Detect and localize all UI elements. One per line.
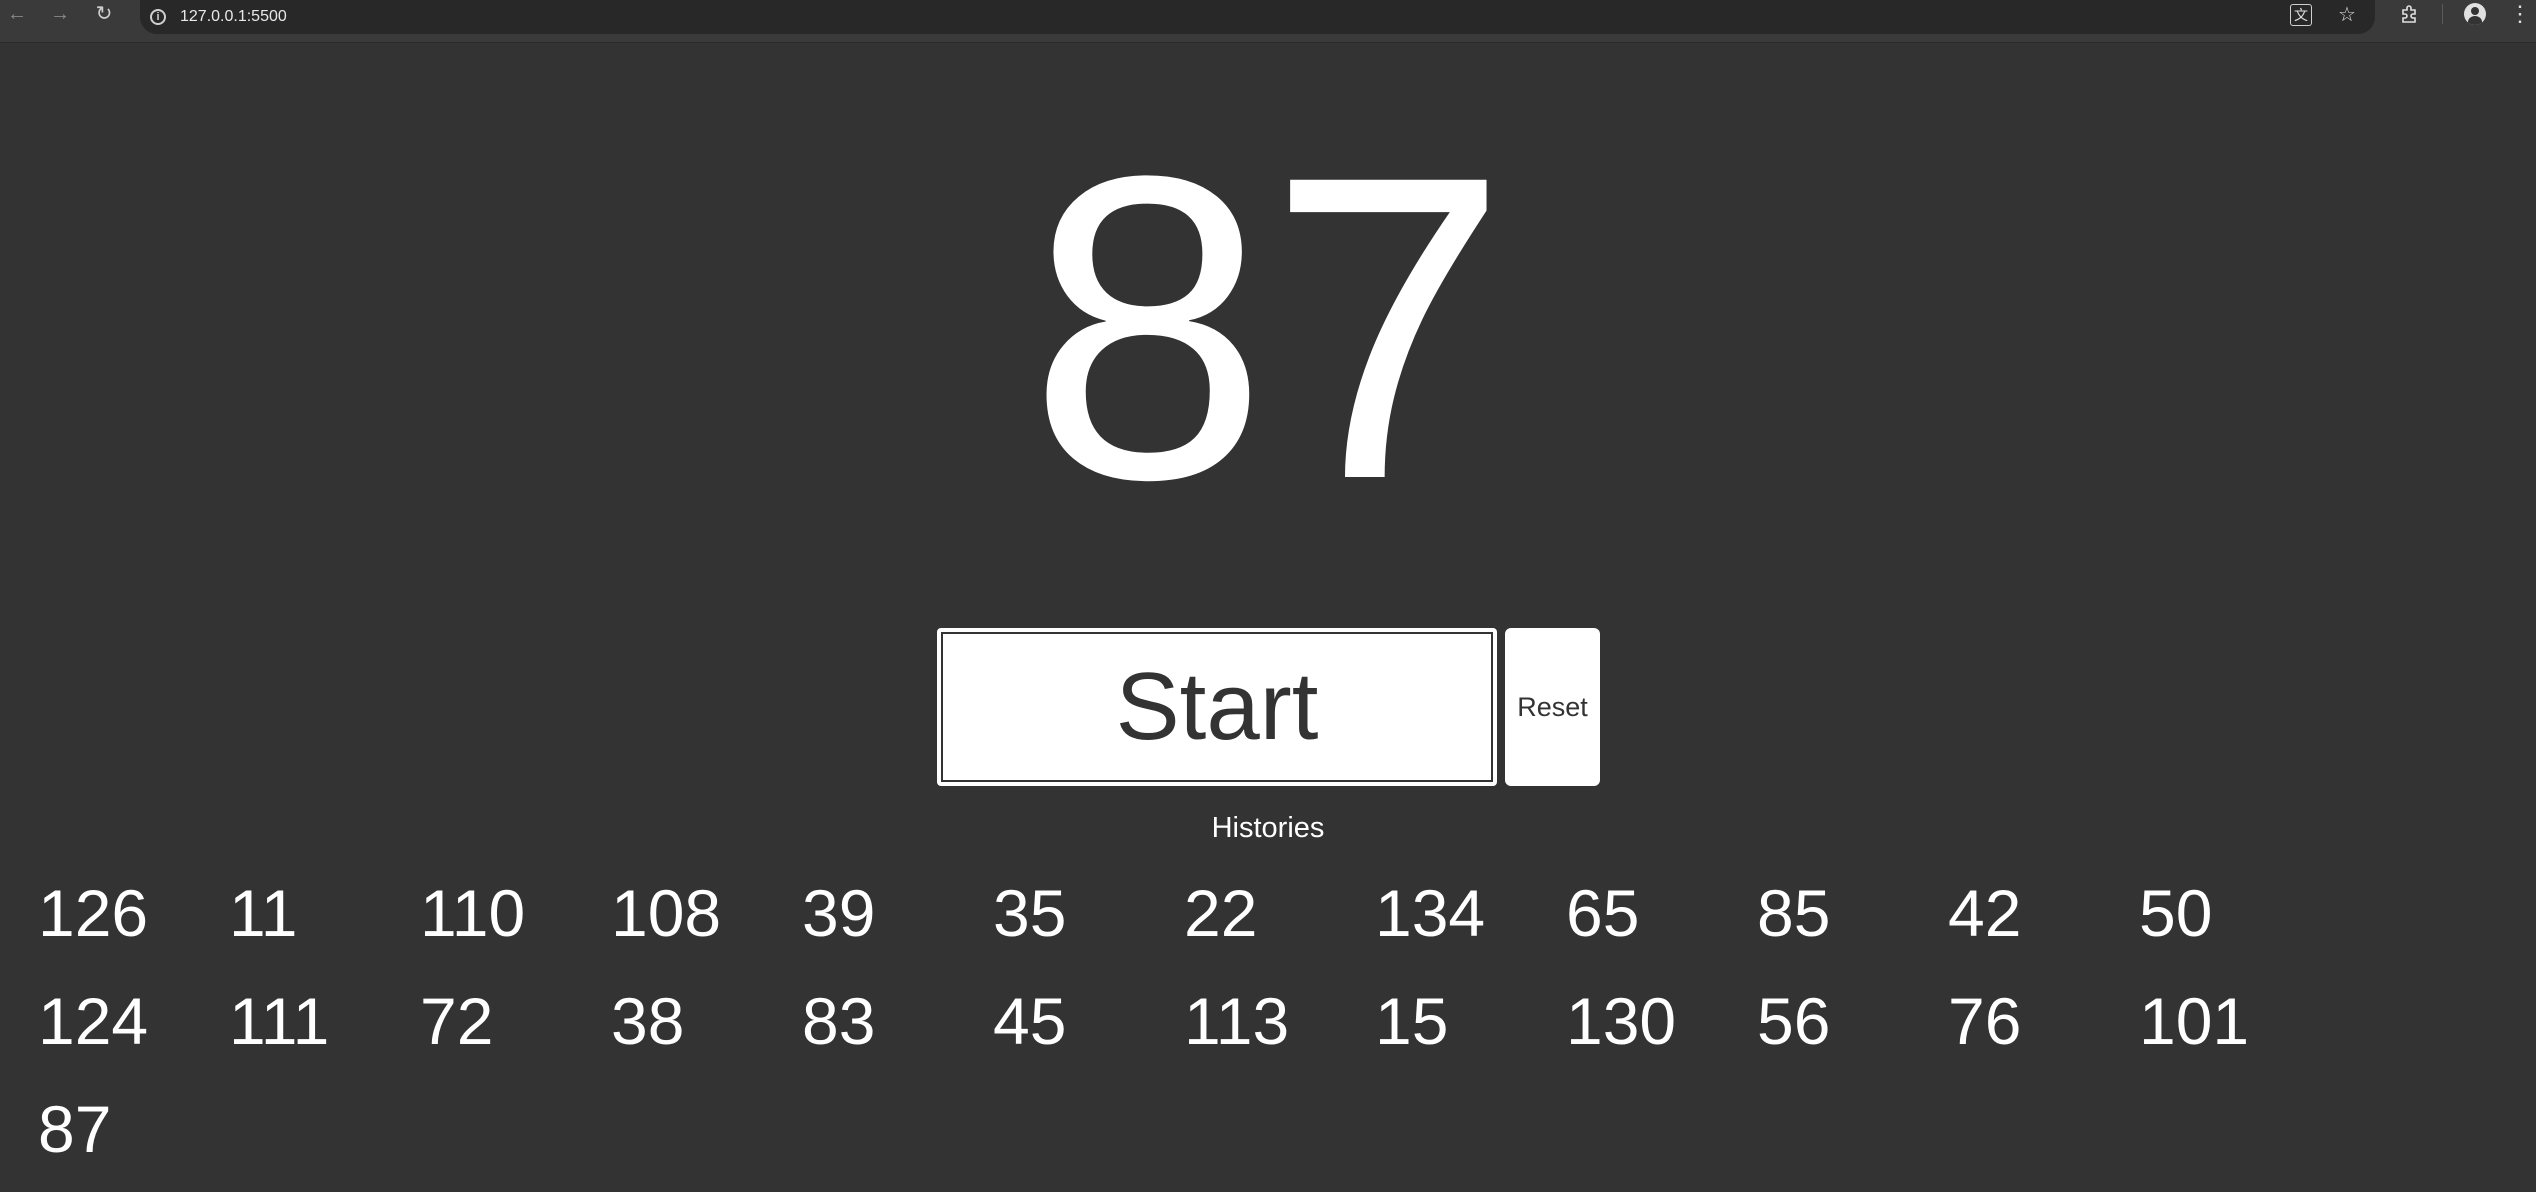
history-item: 110 [420,876,526,950]
history-item: 108 [611,876,722,950]
history-item: 134 [1375,876,1486,950]
history-item: 111 [229,984,330,1058]
star-icon[interactable]: ☆ [2332,1,2362,27]
forward-arrow-icon[interactable]: → [48,2,72,26]
history-item: 56 [1757,984,1831,1058]
history-item: 39 [802,876,876,950]
history-item: 35 [993,876,1067,950]
history-list: 126 11 110 108 39 35 22 134 65 85 42 50 … [38,868,2338,1192]
history-item: 42 [1948,876,2022,950]
toolbar-divider [2442,4,2443,24]
reset-button[interactable]: Reset [1505,628,1600,786]
history-item: 101 [2139,984,2250,1058]
history-item: 130 [1566,984,1677,1058]
history-item: 22 [1184,876,1258,950]
history-item: 50 [2139,876,2213,950]
history-item: 76 [1948,984,2022,1058]
history-item: 38 [611,984,685,1058]
start-button[interactable]: Start [937,628,1497,786]
history-item: 87 [38,1092,112,1166]
info-icon[interactable]: i [150,9,166,25]
browser-toolbar: ← → ↻ i 127.0.0.1:5500 文 ☆ ⋮ [0,0,2536,43]
history-item: 11 [229,876,298,950]
history-item: 126 [38,876,149,950]
history-item: 113 [1184,984,1290,1058]
history-item: 85 [1757,876,1831,950]
history-item: 45 [993,984,1067,1058]
url-text[interactable]: 127.0.0.1:5500 [180,8,287,26]
kebab-menu-icon[interactable]: ⋮ [2505,1,2535,27]
history-item: 83 [802,984,876,1058]
history-item: 15 [1375,984,1449,1058]
history-item: 72 [420,984,494,1058]
address-bar[interactable]: i 127.0.0.1:5500 [140,0,2375,34]
profile-icon[interactable] [2460,1,2490,27]
history-item: 124 [38,984,149,1058]
puzzle-icon[interactable] [2394,1,2424,27]
reload-icon[interactable]: ↻ [92,2,116,26]
current-number: 87 [1027,86,1509,569]
history-item: 65 [1566,876,1640,950]
histories-title: Histories [1211,812,1325,844]
translate-icon[interactable]: 文 [2290,4,2312,26]
back-arrow-icon[interactable]: ← [5,2,29,26]
